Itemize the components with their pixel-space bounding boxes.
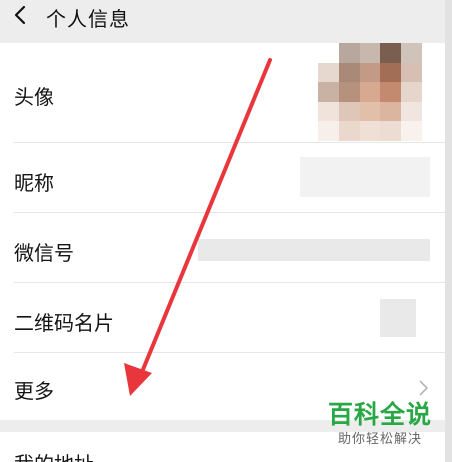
avatar-pixel (359, 121, 381, 141)
avatar-pixel (359, 82, 381, 102)
row-nickname[interactable]: 昵称 (0, 143, 445, 213)
avatar-pixel (401, 82, 422, 102)
row-qr-code[interactable]: 二维码名片 (0, 283, 445, 353)
avatar-pixel (318, 43, 339, 63)
avatar-pixel (380, 121, 402, 141)
avatar-pixel (359, 62, 381, 83)
row-avatar[interactable]: 头像 (0, 43, 445, 143)
row-more-label: 更多 (14, 379, 54, 403)
watermark: 百科全说 助你轻松解决 (320, 400, 440, 456)
avatar-pixel (380, 101, 402, 122)
avatar-pixel (359, 43, 381, 63)
chevron-right-icon (419, 380, 429, 396)
side-edge (445, 0, 452, 462)
avatar-pixel (380, 62, 402, 83)
avatar-pixel (401, 101, 422, 122)
avatar-pixel (401, 121, 422, 141)
row-qr-code-label: 二维码名片 (14, 311, 114, 335)
row-avatar-label: 头像 (14, 85, 54, 109)
avatar-pixel (318, 101, 339, 122)
avatar-pixel (401, 62, 422, 83)
top-bar: 个人信息 (0, 0, 445, 43)
wechat-id-value-blurred (198, 239, 430, 261)
row-my-address-label: 我的地址 (14, 448, 94, 462)
avatar-pixel (380, 82, 402, 102)
avatar-pixel (338, 82, 360, 102)
back-chevron-icon[interactable] (10, 4, 32, 26)
avatar-pixel (380, 43, 402, 63)
avatar-pixel (318, 82, 339, 102)
watermark-title: 百科全说 (327, 400, 432, 429)
row-wechat-id-label: 微信号 (14, 241, 74, 265)
avatar-pixel (318, 121, 339, 141)
avatar-pixel (359, 101, 381, 122)
avatar[interactable] (318, 43, 422, 141)
row-wechat-id[interactable]: 微信号 (0, 213, 445, 283)
page-title: 个人信息 (46, 7, 130, 31)
qr-code-thumbnail-blurred (380, 299, 416, 337)
watermark-subtitle: 助你轻松解决 (337, 432, 422, 447)
profile-info-list: 头像 昵称 微信号 二维码名片 更多 (0, 43, 445, 420)
avatar-pixel (338, 121, 360, 141)
row-nickname-label: 昵称 (14, 171, 54, 195)
avatar-pixel (401, 43, 422, 63)
avatar-pixel (338, 43, 360, 63)
avatar-pixel (338, 101, 360, 122)
avatar-pixel (318, 62, 339, 83)
nickname-value-blurred (300, 157, 430, 197)
avatar-pixel (338, 62, 360, 83)
